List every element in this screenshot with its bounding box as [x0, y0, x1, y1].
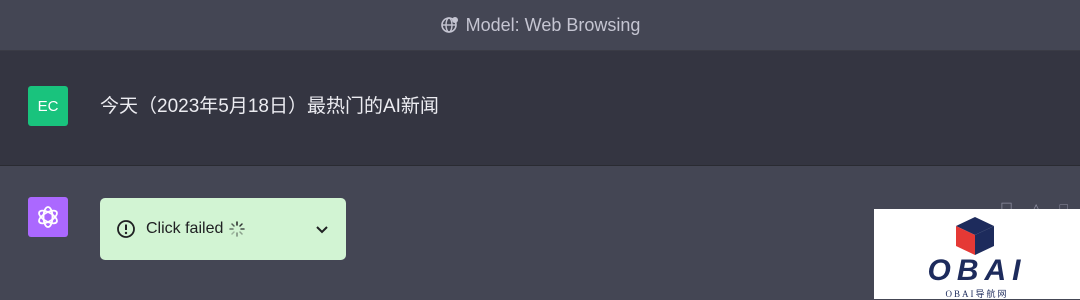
watermark-subtitle: OBAI导航网: [945, 289, 1009, 299]
model-title: Model: Web Browsing: [465, 14, 641, 35]
alert-circle-icon: [117, 220, 135, 238]
watermark-title: OBAI: [927, 254, 1027, 287]
globe-plugin-icon: [440, 17, 458, 33]
spinner-icon: [229, 221, 246, 237]
user-avatar: EC: [28, 86, 68, 126]
user-message-text: 今天（2023年5月18日）最热门的AI新闻: [100, 96, 439, 117]
openai-logo-icon: [38, 206, 58, 228]
chevron-down-icon: [316, 226, 328, 234]
watermark-logo: OBAI OBAI导航网: [874, 209, 1080, 299]
model-header: Model: Web Browsing: [0, 0, 1080, 51]
cube-logo-icon: [956, 217, 994, 255]
status-label: Click failed: [146, 220, 224, 237]
assistant-avatar: [28, 197, 68, 237]
user-message-row: EC 今天（2023年5月18日）最热门的AI新闻: [0, 51, 1080, 166]
browsing-status-toggle[interactable]: Click failed: [100, 198, 346, 260]
